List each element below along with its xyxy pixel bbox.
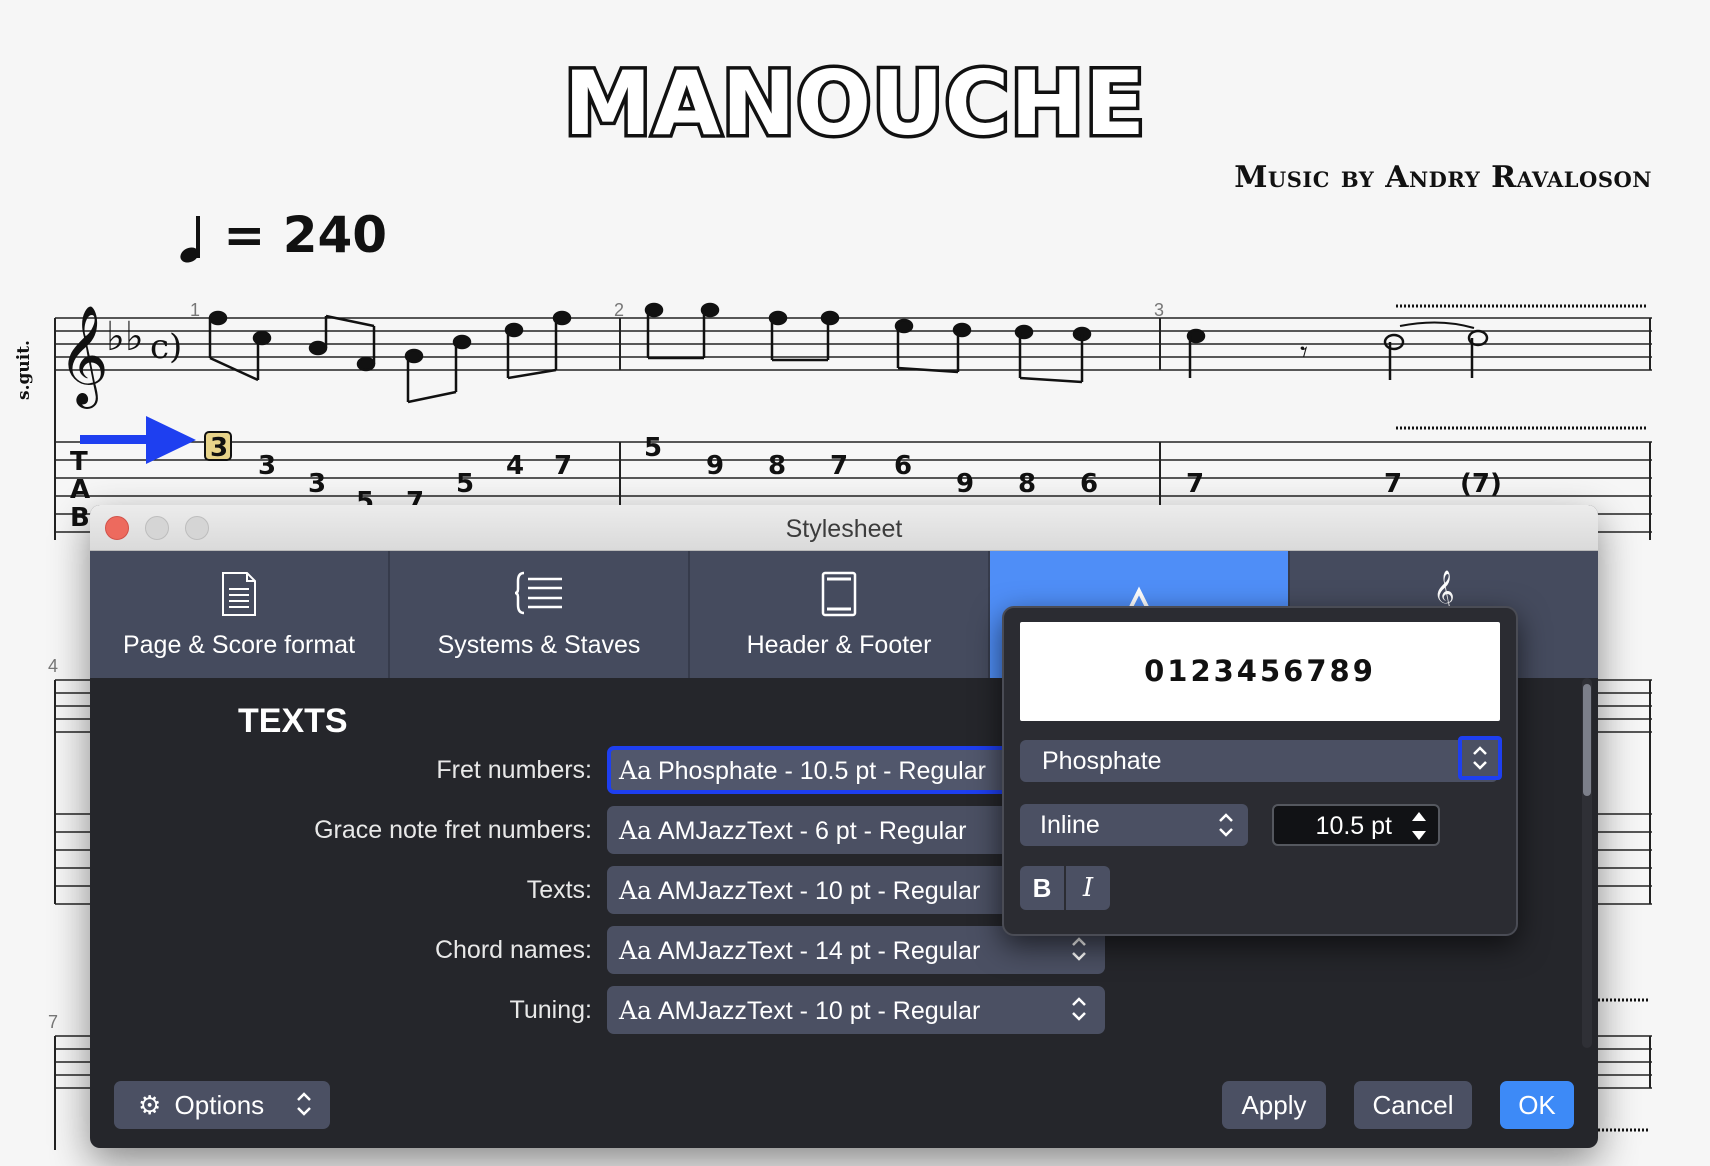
fret-number: 7 xyxy=(1384,469,1402,499)
chevron-updown-icon xyxy=(1219,813,1233,837)
bold-button[interactable]: B xyxy=(1020,866,1064,910)
fret-number: 8 xyxy=(768,451,786,481)
fret-number: 3 xyxy=(308,469,326,499)
tuning-label: Tuning: xyxy=(509,996,592,1024)
apply-button[interactable]: Apply xyxy=(1222,1081,1326,1129)
window-title: Stylesheet xyxy=(785,515,903,543)
font-size-value: 10.5 pt xyxy=(1315,812,1392,840)
font-style-value: Inline xyxy=(1040,811,1100,839)
chevron-updown-icon xyxy=(1072,997,1086,1021)
fret-numbers-label: Fret numbers: xyxy=(436,756,592,784)
font-preview: 0123456789 xyxy=(1020,622,1500,721)
key-signature-flats: ♭♭ xyxy=(106,314,144,360)
blue-arrow-icon xyxy=(80,416,196,464)
rest-icon: 𝄾 xyxy=(1300,335,1308,370)
fret-number: 5 xyxy=(456,469,474,499)
tab-page-score-format[interactable]: Page & Score format xyxy=(90,551,390,678)
notes xyxy=(208,302,1489,404)
page-icon xyxy=(90,571,388,619)
font-style-select[interactable]: Inline xyxy=(1020,804,1248,846)
measure-number: 1 xyxy=(190,300,200,320)
italic-button[interactable]: I xyxy=(1066,866,1110,910)
tab-clef-b: B xyxy=(70,503,90,533)
chevron-updown-icon xyxy=(1473,746,1487,770)
standard-staff xyxy=(55,317,1652,371)
ok-button[interactable]: OK xyxy=(1500,1081,1574,1129)
font-family-stepper[interactable] xyxy=(1458,736,1502,780)
measure-number: 4 xyxy=(48,656,58,676)
fret-number: 9 xyxy=(956,469,974,499)
fret-number: 9 xyxy=(706,451,724,481)
tab-systems-staves[interactable]: Systems & Staves xyxy=(390,551,690,678)
fret-number: 4 xyxy=(506,451,524,481)
font-description: AMJazzText - 6 pt - Regular xyxy=(657,817,967,845)
font-description: Phosphate - 10.5 pt - Regular xyxy=(657,757,986,785)
tab-header-footer[interactable]: Header & Footer xyxy=(690,551,990,678)
cancel-button[interactable]: Cancel xyxy=(1354,1081,1472,1129)
font-family-value: Phosphate xyxy=(1042,747,1162,775)
fret-number: 7 xyxy=(554,451,572,481)
fret-numbers-font-field[interactable]: Aa Phosphate - 10.5 pt - Regular xyxy=(607,746,1009,794)
grace-note-fret-numbers-label: Grace note fret numbers: xyxy=(314,816,592,844)
tuning-font-field[interactable]: Aa AMJazzText - 10 pt - Regular xyxy=(607,986,1105,1034)
cut-time-icon: c) xyxy=(150,327,182,367)
options-label: Options xyxy=(174,1090,265,1120)
tab-label: Page & Score format xyxy=(122,631,356,659)
fret-number: 3 xyxy=(258,451,276,481)
font-popover: 0123456789 Phosphate Inline 10.5 pt B I xyxy=(1002,606,1518,936)
options-button[interactable]: ⚙ Options xyxy=(114,1081,330,1129)
header-footer-icon xyxy=(690,571,988,619)
font-size-field[interactable]: 10.5 pt xyxy=(1272,804,1440,846)
font-description: AMJazzText - 10 pt - Regular xyxy=(657,877,981,905)
row-tuning: Tuning: Aa AMJazzText - 10 pt - Regular xyxy=(90,986,1598,1036)
measure-number: 2 xyxy=(614,300,624,320)
tab-label: Systems & Staves xyxy=(437,631,641,659)
treble-clef-icon: 𝄞 xyxy=(58,305,109,409)
gear-icon: ⚙ xyxy=(138,1091,162,1121)
aa-sample: Aa xyxy=(619,816,652,845)
fret-number: 6 xyxy=(894,451,912,481)
fret-number: 6 xyxy=(1080,469,1098,499)
fret-number: 8 xyxy=(1018,469,1036,499)
fret-number: (7) xyxy=(1460,469,1502,499)
size-stepper-icon[interactable] xyxy=(1408,808,1430,844)
aa-sample: Aa xyxy=(619,996,652,1025)
tab-clef-t: T xyxy=(70,447,88,477)
aa-sample: Aa xyxy=(619,936,652,965)
font-family-select[interactable]: Phosphate xyxy=(1020,736,1502,782)
measure-number: 7 xyxy=(48,1012,58,1032)
fret-number: 7 xyxy=(830,451,848,481)
section-title: TEXTS xyxy=(238,702,348,740)
systems-icon xyxy=(390,571,688,619)
measure-number: 3 xyxy=(1154,300,1164,320)
aa-sample: Aa xyxy=(619,756,652,785)
font-description: AMJazzText - 10 pt - Regular xyxy=(657,997,981,1025)
tab-label: Header & Footer xyxy=(746,631,932,659)
chord-names-label: Chord names: xyxy=(434,936,592,964)
fret-number: 3 xyxy=(210,433,228,463)
tab-clef-a: A xyxy=(70,475,90,505)
fret-number: 7 xyxy=(1186,469,1204,499)
font-description: AMJazzText - 14 pt - Regular xyxy=(657,937,981,965)
scroll-thumb[interactable] xyxy=(1583,684,1591,796)
texts-label: Texts: xyxy=(526,876,592,904)
scrollbar[interactable] xyxy=(1582,678,1592,1048)
dialog-titlebar[interactable]: Stylesheet xyxy=(90,505,1598,551)
aa-sample: Aa xyxy=(619,876,652,905)
chevron-updown-icon xyxy=(1072,937,1086,961)
fret-number: 5 xyxy=(644,433,662,463)
chevron-updown-icon xyxy=(297,1092,311,1116)
